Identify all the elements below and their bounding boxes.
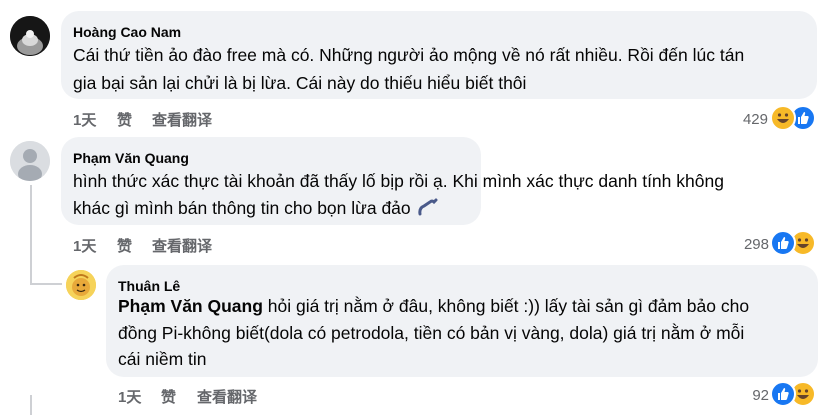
comment-text-line: khác gì mình bán thông tin cho bọn lừa đ… xyxy=(73,193,438,223)
timestamp-link[interactable]: 1天 xyxy=(118,386,141,407)
comment-text: hỏi giá trị nằm ở đâu, không biết :)) lấ… xyxy=(262,296,750,316)
comment-text-line: hình thức xác thực tài khoản đã thấy lố … xyxy=(73,171,724,191)
reaction-count[interactable]: 298 xyxy=(729,236,769,253)
avatar[interactable] xyxy=(10,141,50,181)
like-reaction-icon[interactable] xyxy=(770,381,796,407)
like-reaction-icon[interactable] xyxy=(770,230,796,256)
reaction-count[interactable]: 429 xyxy=(728,111,768,128)
comment-text-line: Cái thứ tiền ảo đào free mà có. Những ng… xyxy=(73,45,745,65)
thread-line xyxy=(30,185,32,285)
like-button[interactable]: 赞 xyxy=(117,109,132,130)
avatar-default-person-icon xyxy=(10,141,50,181)
translate-button[interactable]: 查看翻译 xyxy=(197,386,257,407)
comment-text-line: đồng Pi-không biết(dola có petrodola, ti… xyxy=(118,323,745,343)
translate-button[interactable]: 查看翻译 xyxy=(152,235,212,256)
comment-text-line: Phạm Văn Quang hỏi giá trị nằm ở đâu, kh… xyxy=(118,291,749,321)
comment-text-line: gia bại sản lại chửi là bị lừa. Cái này … xyxy=(73,73,527,93)
comment-text: khác gì mình bán thông tin cho bọn lừa đ… xyxy=(73,198,411,218)
haha-reaction-icon[interactable] xyxy=(770,105,796,131)
mention-link[interactable]: Phạm Văn Quang xyxy=(118,296,263,316)
thread-line-bottom xyxy=(30,395,32,415)
comment-author[interactable]: Phạm Văn Quang xyxy=(73,150,189,166)
avatar[interactable] xyxy=(10,16,50,56)
like-button[interactable]: 赞 xyxy=(161,386,176,407)
translate-button[interactable]: 查看翻译 xyxy=(152,109,212,130)
avatar-yellow-cartoon-icon xyxy=(66,270,96,300)
like-button[interactable]: 赞 xyxy=(117,235,132,256)
thread-branch xyxy=(30,283,62,285)
reaction-count[interactable]: 92 xyxy=(729,387,769,404)
timestamp-link[interactable]: 1天 xyxy=(73,235,96,256)
avatar[interactable] xyxy=(66,270,96,300)
avatar-dark-photo-icon xyxy=(10,16,50,56)
timestamp-link[interactable]: 1天 xyxy=(73,109,96,130)
comment-author[interactable]: Hoàng Cao Nam xyxy=(73,24,181,40)
comment-text-line: cái niềm tin xyxy=(118,349,207,369)
raised-hand-icon xyxy=(417,198,438,216)
